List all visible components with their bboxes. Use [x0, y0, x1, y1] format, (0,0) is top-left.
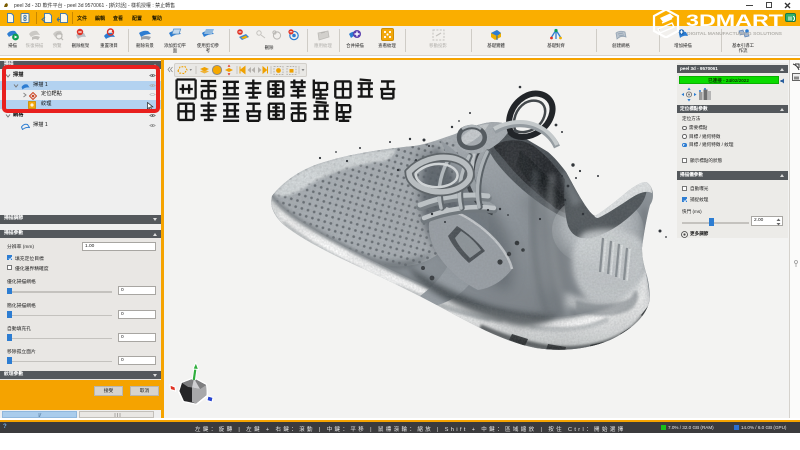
svg-text:DIGITAL MANUFACTURING SOLUTION: DIGITAL MANUFACTURING SOLUTIONS [687, 31, 782, 36]
svg-text:3DMART: 3DMART [686, 12, 783, 30]
